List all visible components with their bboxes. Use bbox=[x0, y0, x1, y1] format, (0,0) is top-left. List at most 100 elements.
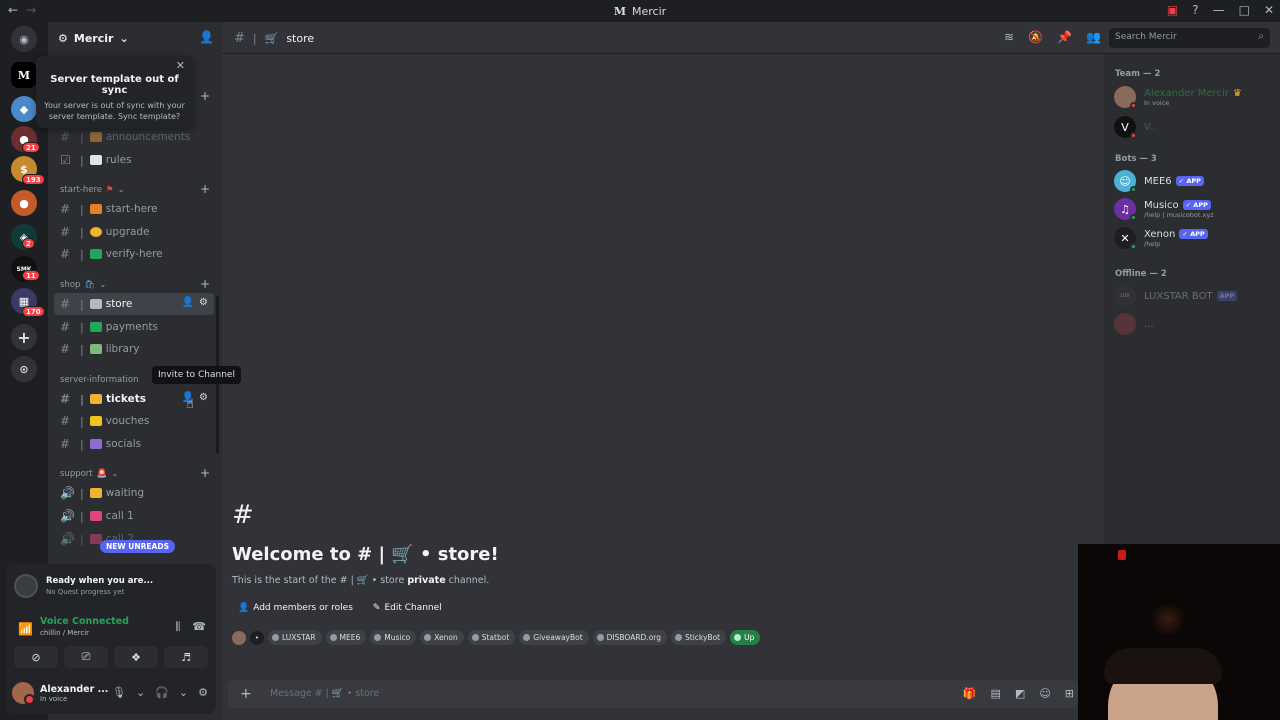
close-icon[interactable]: ✕ bbox=[176, 59, 185, 72]
signal-icon[interactable]: 📶 bbox=[18, 622, 33, 636]
headphones-icon[interactable]: 🎧 bbox=[155, 686, 169, 699]
chevron-down-icon[interactable]: ⌄ bbox=[136, 686, 145, 699]
emoji-icon[interactable]: ☺ bbox=[1039, 687, 1050, 700]
chevron-down-icon[interactable]: ⌄ bbox=[179, 686, 188, 699]
edit-channel-button[interactable]: ✎ Edit Channel bbox=[367, 600, 448, 616]
close-window-icon[interactable]: ✕ bbox=[1264, 3, 1274, 17]
attach-plus-icon[interactable]: + bbox=[240, 686, 252, 702]
member-item[interactable]: ☺ MEE6 ✓ APP bbox=[1114, 170, 1204, 193]
channel-start-here[interactable]: # | start-here bbox=[54, 198, 214, 220]
member-name-text: LUXSTAR BOT bbox=[1144, 290, 1213, 302]
channel-library[interactable]: # | library bbox=[54, 338, 214, 360]
discord-home-icon[interactable]: ◉ bbox=[11, 26, 37, 52]
member-chip[interactable]: GiveawayBot bbox=[519, 630, 589, 645]
add-channel-icon[interactable]: + bbox=[200, 277, 210, 291]
activities-button[interactable]: ❖ bbox=[114, 646, 158, 668]
avatar[interactable]: • bbox=[250, 630, 264, 645]
member-item[interactable]: ... bbox=[1114, 313, 1154, 335]
mouse-cursor-icon: ☝ bbox=[186, 397, 194, 412]
channel-announcements[interactable]: # | announcements bbox=[54, 126, 214, 148]
disconnect-icon[interactable]: ☎ bbox=[192, 620, 206, 634]
forward-arrow-icon[interactable]: → bbox=[26, 3, 36, 17]
member-item[interactable]: V V.. bbox=[1114, 116, 1156, 139]
channel-actions: 👤 ⚙ bbox=[182, 297, 208, 308]
current-user[interactable]: Alexander ... In voice bbox=[12, 682, 108, 705]
channel-upgrade[interactable]: # | upgrade bbox=[54, 221, 214, 243]
quest-icon bbox=[14, 574, 38, 598]
channel-verify-here[interactable]: # | verify-here bbox=[54, 243, 214, 265]
speaker-icon: 🔊 bbox=[60, 486, 75, 500]
button-label: Add members or roles bbox=[253, 603, 353, 613]
settings-gear-icon[interactable]: ⚙ bbox=[199, 392, 208, 403]
server-mercir-icon[interactable]: M bbox=[11, 62, 37, 88]
member-chip[interactable]: Up bbox=[730, 630, 761, 645]
check-icon bbox=[89, 249, 102, 259]
server-icon[interactable]: ◆ bbox=[11, 96, 37, 122]
category-shop[interactable]: shop 🛍 ⌄ bbox=[60, 280, 106, 290]
apps-icon[interactable]: ⊞ bbox=[1065, 687, 1074, 700]
server-icon[interactable]: ● bbox=[11, 190, 37, 216]
pin-icon[interactable]: 📌 bbox=[1057, 30, 1072, 44]
member-chip[interactable]: StickyBot bbox=[671, 630, 727, 645]
screen-share-button[interactable]: ⎚ bbox=[64, 646, 108, 668]
channel-store[interactable]: # | store 👤 ⚙ bbox=[54, 293, 214, 315]
invite-people-icon[interactable]: 👤 bbox=[199, 30, 214, 44]
unread-badge: 21 bbox=[22, 142, 40, 153]
category-server-information[interactable]: server-information bbox=[60, 375, 139, 385]
add-channel-icon[interactable]: + bbox=[200, 182, 210, 196]
channel-socials[interactable]: # | socials bbox=[54, 433, 214, 455]
member-chip[interactable]: Xenon bbox=[420, 630, 464, 645]
quest-progress[interactable]: Ready when you are... No Quest progress … bbox=[14, 574, 153, 598]
add-members-button[interactable]: 👤 Add members or roles bbox=[232, 600, 359, 616]
discover-icon[interactable]: ⊙ bbox=[11, 356, 37, 382]
member-chip[interactable]: Musico bbox=[370, 630, 417, 645]
template-sync-popup[interactable]: ✕ Server template out of sync Your serve… bbox=[36, 56, 193, 128]
inbox-icon[interactable]: ▣ bbox=[1167, 3, 1178, 17]
category-support[interactable]: support 🚨 ⌄ bbox=[60, 469, 118, 479]
settings-gear-icon[interactable]: ⚙ bbox=[199, 297, 208, 308]
badge-label: APP bbox=[1219, 292, 1235, 300]
search-input[interactable]: Search Mercir ⌕ bbox=[1109, 28, 1270, 48]
message-composer[interactable]: + Message # | 🛒 • store 🎁 ▤ ◩ ☺ ⊞ bbox=[228, 680, 1078, 708]
add-channel-icon[interactable]: + bbox=[200, 89, 210, 103]
member-list-icon[interactable]: 👥 bbox=[1086, 30, 1101, 44]
add-server-icon[interactable]: + bbox=[11, 324, 37, 350]
member-chip[interactable]: MEE6 bbox=[325, 630, 367, 645]
add-channel-icon[interactable]: + bbox=[200, 466, 210, 480]
gift-icon[interactable]: 🎁 bbox=[963, 687, 977, 700]
sticker-icon[interactable]: ◩ bbox=[1015, 687, 1025, 700]
checkbox-icon: ☑ bbox=[60, 153, 71, 167]
member-name-text: Musico bbox=[1144, 199, 1179, 211]
threads-icon[interactable]: ≋ bbox=[1004, 30, 1014, 44]
chip-label: GiveawayBot bbox=[533, 633, 583, 642]
channel-vouches[interactable]: # | vouches bbox=[54, 410, 214, 432]
category-start-here[interactable]: start-here ⚑ ⌄ bbox=[60, 185, 125, 195]
settings-gear-icon[interactable]: ⚙ bbox=[198, 686, 208, 699]
back-arrow-icon[interactable]: ← bbox=[8, 3, 18, 17]
member-chip[interactable]: LUXSTAR bbox=[268, 630, 322, 645]
help-icon[interactable]: ? bbox=[1192, 3, 1198, 17]
member-item[interactable]: ♫ Musico ✓ APP /help | musicobot.xyz bbox=[1114, 198, 1214, 221]
message-input-placeholder[interactable]: Message # | 🛒 • store bbox=[270, 688, 379, 699]
microphone-icon[interactable]: 🎙 bbox=[112, 686, 126, 699]
avatar[interactable] bbox=[232, 630, 246, 645]
member-item[interactable]: LUX LUXSTAR BOT APP bbox=[1114, 285, 1238, 307]
new-unreads-pill[interactable]: NEW UNREADS bbox=[100, 540, 175, 553]
noise-suppression-icon[interactable]: ⫼ bbox=[175, 620, 180, 634]
notification-off-icon[interactable]: 🔕 bbox=[1028, 30, 1043, 44]
channel-call-1[interactable]: 🔊 | call 1 bbox=[54, 505, 214, 527]
member-item[interactable]: ✕ Xenon ✓ APP /help bbox=[1114, 227, 1208, 250]
channel-waiting[interactable]: 🔊 | waiting bbox=[54, 482, 214, 504]
camera-off-button[interactable]: ⊘ bbox=[14, 646, 58, 668]
invite-icon[interactable]: 👤 bbox=[182, 297, 194, 308]
maximize-icon[interactable]: □ bbox=[1239, 3, 1250, 17]
gif-icon[interactable]: ▤ bbox=[991, 687, 1001, 700]
minimize-icon[interactable]: — bbox=[1213, 3, 1225, 17]
member-chip[interactable]: DISBOARD.org bbox=[592, 630, 667, 645]
soundboard-button[interactable]: ♬ bbox=[164, 646, 208, 668]
channel-rules[interactable]: ☑ | rules bbox=[54, 149, 214, 171]
member-chip[interactable]: Statbot bbox=[467, 630, 516, 645]
server-header[interactable]: ⚙ Mercir ⌄ 👤 bbox=[48, 22, 222, 54]
member-item[interactable]: Alexander Mercir ♛ In voice bbox=[1114, 86, 1242, 109]
channel-payments[interactable]: # | payments bbox=[54, 316, 214, 338]
